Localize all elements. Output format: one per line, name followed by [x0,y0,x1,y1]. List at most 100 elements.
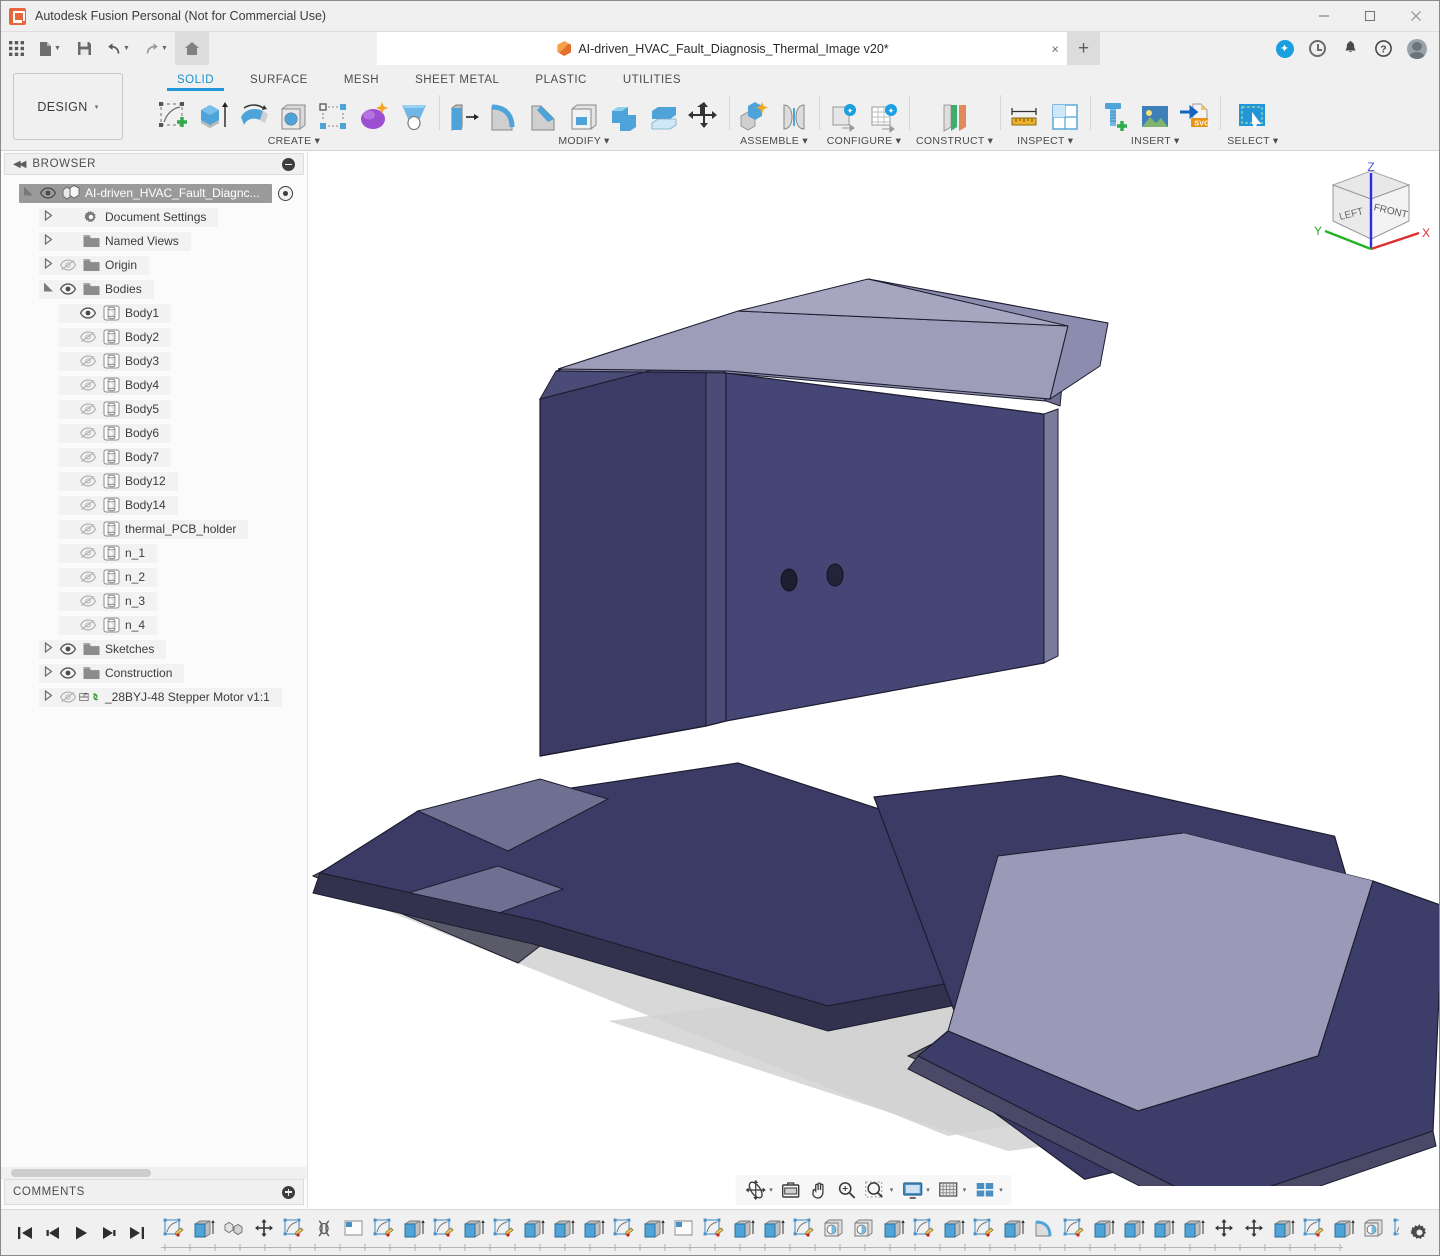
timeline-feature-sketch[interactable] [1389,1214,1399,1244]
timeline-feature-sketch[interactable] [969,1214,999,1244]
visibility-toggle-icon[interactable] [37,187,59,199]
ribbon-group-configure-label[interactable]: CONFIGURE ▾ [827,135,902,150]
ribbon-group-construct-label[interactable]: CONSTRUCT ▾ [916,135,993,150]
browser-node-body4[interactable]: Body4 [1,373,307,397]
timeline-feature-move[interactable] [1239,1214,1269,1244]
timeline-feature-extrude[interactable] [1329,1214,1359,1244]
browser-node-28byj-48-stepper-motor-v1-1[interactable]: _28BYJ-48 Stepper Motor v1:1 [1,685,307,709]
visibility-toggle-icon[interactable] [77,499,99,511]
extrude-icon[interactable] [196,99,232,135]
comments-bar[interactable]: COMMENTS [4,1179,304,1205]
plus-circle-icon[interactable] [282,1185,295,1199]
rectangular-pattern-icon[interactable] [316,99,352,135]
timeline-feature-extrude[interactable] [399,1214,429,1244]
timeline-feature-extrude[interactable] [999,1214,1029,1244]
ribbon-group-inspect-label[interactable]: INSPECT ▾ [1017,135,1073,150]
fillet-icon[interactable] [486,99,522,135]
timeline-feature-sketch[interactable] [909,1214,939,1244]
ribbon-group-select-label[interactable]: SELECT ▾ [1227,135,1278,150]
browser-node-body12[interactable]: Body12 [1,469,307,493]
browser-node-body6[interactable]: Body6 [1,421,307,445]
go-to-end-icon[interactable] [125,1221,149,1245]
step-back-icon[interactable] [41,1221,65,1245]
disclosure-arrow-icon[interactable] [39,282,57,296]
redo-icon[interactable]: ▼ [137,32,175,65]
visibility-toggle-icon[interactable] [77,523,99,535]
disclosure-arrow-icon[interactable] [39,665,57,680]
ribbon-group-assemble-label[interactable]: ASSEMBLE ▾ [740,135,808,150]
loft-icon[interactable] [396,99,432,135]
browser-node-document-settings[interactable]: Document Settings [1,205,307,229]
visibility-toggle-icon[interactable] [77,571,99,583]
timeline-feature-plane[interactable] [339,1214,369,1244]
viewports-icon[interactable]: ▾ [971,1177,1006,1203]
disclosure-arrow-icon[interactable] [39,233,57,248]
disclosure-arrow-icon[interactable] [39,689,57,704]
activate-component-radio[interactable] [277,185,293,201]
save-icon[interactable] [69,32,99,65]
joint-icon[interactable] [776,99,812,135]
visibility-toggle-icon[interactable] [57,691,79,703]
document-tab[interactable]: AI-driven_HVAC_Fault_Diagnosis_Thermal_I… [377,32,1067,65]
workspace-selector[interactable]: DESIGN ▾ [13,73,123,140]
timeline-feature-extrude[interactable] [639,1214,669,1244]
apps-grid-icon[interactable] [1,32,31,65]
disclosure-arrow-icon[interactable] [39,257,57,272]
timeline-feature-extrude[interactable] [1149,1214,1179,1244]
split-face-icon[interactable] [646,99,682,135]
visibility-toggle-icon[interactable] [77,355,99,367]
visibility-toggle-icon[interactable] [77,595,99,607]
browser-node-body14[interactable]: Body14 [1,493,307,517]
browser-node-body5[interactable]: Body5 [1,397,307,421]
scrollbar-thumb[interactable] [11,1169,151,1177]
create-sketch-icon[interactable] [156,99,192,135]
recent-icon[interactable] [1301,32,1334,65]
3d-canvas[interactable]: LEFT FRONT Z X Y ▾ ▾ ▾ ▾ ▾ [308,151,1439,1209]
ribbon-group-modify-label[interactable]: MODIFY ▾ [558,135,609,150]
help-icon[interactable]: ? [1367,32,1400,65]
tab-plastic[interactable]: PLASTIC [517,74,604,89]
disclosure-arrow-icon[interactable] [39,641,57,656]
browser-node-bodies[interactable]: Bodies [1,277,307,301]
visibility-toggle-icon[interactable] [77,475,99,487]
browser-node-thermal-pcb-holder[interactable]: thermal_PCB_holder [1,517,307,541]
timeline-feature-extrude[interactable] [759,1214,789,1244]
move-copy-icon[interactable] [686,99,722,135]
visibility-toggle-icon[interactable] [57,667,79,679]
browser-node-n-4[interactable]: n_4 [1,613,307,637]
undo-icon[interactable]: ▼ [99,32,137,65]
tab-sheet-metal[interactable]: SHEET METAL [397,74,517,89]
insert-svg-icon[interactable]: SVG [1177,99,1213,135]
look-at-icon[interactable] [778,1177,804,1203]
timeline-feature-fillet[interactable] [1029,1214,1059,1244]
bell-icon[interactable] [1334,32,1367,65]
timeline-feature-extrude[interactable] [1269,1214,1299,1244]
timeline-feature-sketch[interactable] [789,1214,819,1244]
browser-node-ai-driven-hvac-fault-diagnc[interactable]: AI-driven_HVAC_Fault_Diagnc... [1,181,307,205]
visibility-toggle-icon[interactable] [57,283,79,295]
extensions-icon[interactable] [1268,32,1301,65]
timeline-feature-extrude[interactable] [879,1214,909,1244]
browser-node-body2[interactable]: Body2 [1,325,307,349]
configuration-table-icon[interactable]: ✦ [866,99,902,135]
go-to-beginning-icon[interactable] [13,1221,37,1245]
avatar[interactable] [1400,32,1433,65]
new-tab-button[interactable]: + [1067,32,1100,65]
form-icon[interactable] [356,99,392,135]
tab-surface[interactable]: SURFACE [232,74,326,89]
timeline-feature-move[interactable] [1209,1214,1239,1244]
visibility-toggle-icon[interactable] [77,619,99,631]
timeline-feature-extrude[interactable] [1089,1214,1119,1244]
combine-icon[interactable] [606,99,642,135]
timeline-feature-extrude[interactable] [939,1214,969,1244]
timeline-feature-extrude[interactable] [579,1214,609,1244]
browser-node-named-views[interactable]: Named Views [1,229,307,253]
timeline-feature-extrude[interactable] [519,1214,549,1244]
timeline-feature-extrude[interactable] [1179,1214,1209,1244]
zoom-icon[interactable] [834,1177,860,1203]
hole-icon[interactable] [276,99,312,135]
new-document-icon[interactable]: ▼ [31,32,69,65]
browser-node-n-2[interactable]: n_2 [1,565,307,589]
visibility-toggle-icon[interactable] [77,403,99,415]
timeline-feature-hole[interactable] [819,1214,849,1244]
